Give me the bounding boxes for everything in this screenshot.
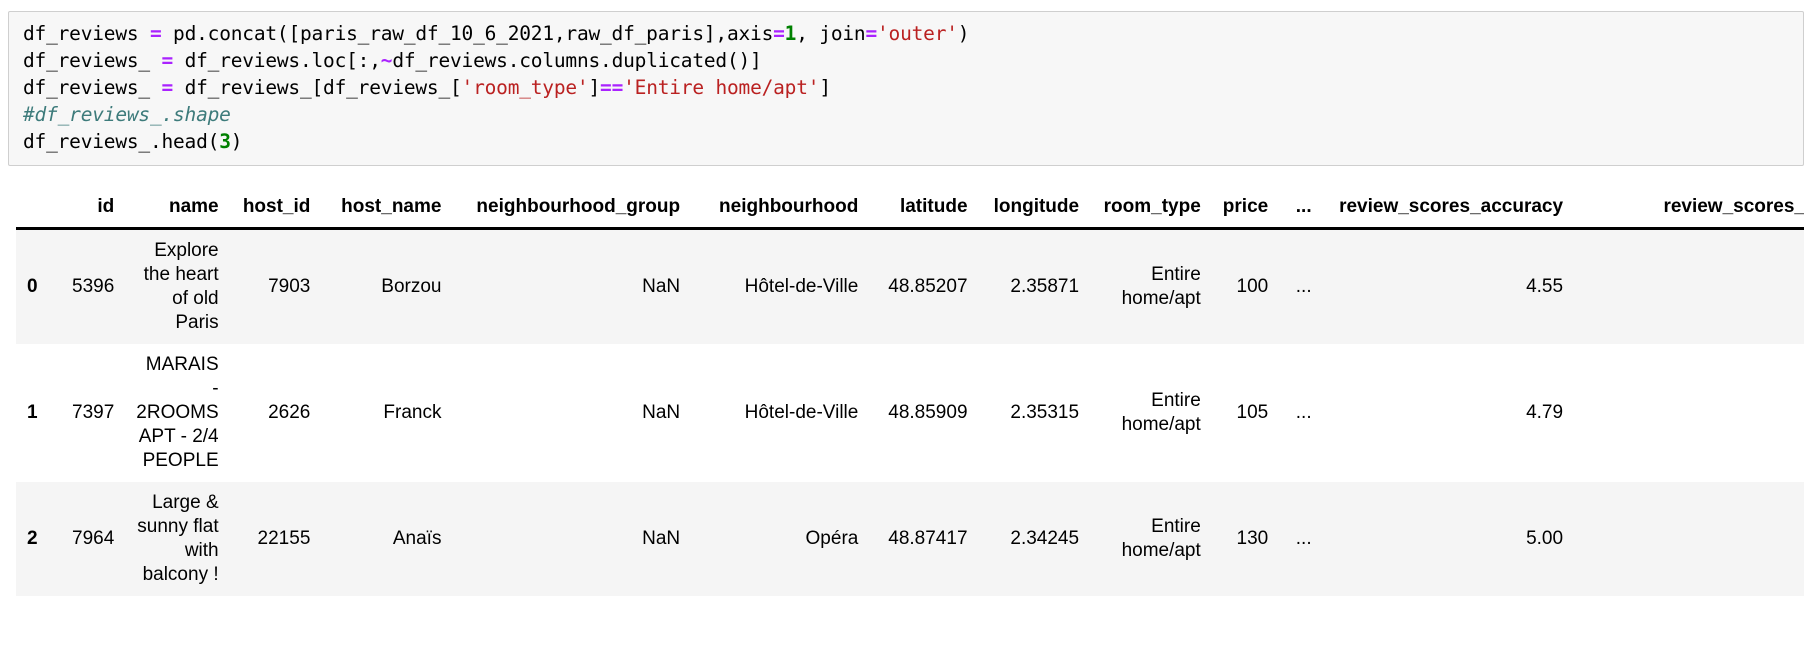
code-token-plain: df_reviews xyxy=(23,22,150,45)
code-line-2: df_reviews_ = df_reviews_[df_reviews_['r… xyxy=(23,74,1803,101)
code-token-num: 1 xyxy=(784,22,797,45)
cell-id: 5396 xyxy=(72,276,115,297)
code-token-plain: df_reviews_ xyxy=(23,49,162,72)
cell-host-id: 22155 xyxy=(257,528,311,549)
code-token-plain: ) xyxy=(957,22,970,45)
column-header-longitude[interactable]: longitude xyxy=(978,196,1091,230)
column-header-room-type[interactable]: room_type xyxy=(1090,196,1212,230)
cell-ellipsis: ... xyxy=(1295,402,1312,423)
cell-price: 130 xyxy=(1236,528,1269,549)
code-token-plain: ] xyxy=(819,76,831,99)
dataframe-table: id name host_id host_name neighbourhood_… xyxy=(16,196,1804,596)
cell-latitude: 48.85909 xyxy=(888,402,968,423)
cell-host-name: Franck xyxy=(383,402,442,423)
column-header-review-scores-truncated[interactable]: review_scores_ xyxy=(1574,196,1804,230)
column-header-host-id[interactable]: host_id xyxy=(229,196,322,230)
cell-review-scores-truncated xyxy=(1574,229,1804,345)
code-token-op: ~ xyxy=(380,49,393,72)
code-cell[interactable]: df_reviews = pd.concat([paris_raw_df_10_… xyxy=(8,11,1804,166)
code-token-plain: , join xyxy=(796,22,866,45)
header-row: id name host_id host_name neighbourhood_… xyxy=(16,196,1804,230)
cell-name: MARAIS - 2ROOMS APT - 2/4 PEOPLE xyxy=(136,354,219,471)
column-header-neighbourhood[interactable]: neighbourhood xyxy=(691,196,870,230)
code-token-op: = xyxy=(161,49,174,72)
column-header-review-scores-accuracy[interactable]: review_scores_accuracy xyxy=(1322,196,1575,230)
code-token-plain: df_reviews.columns.duplicated()] xyxy=(392,49,762,72)
cell-latitude: 48.87417 xyxy=(888,528,968,549)
column-header-ellipsis: ... xyxy=(1279,196,1323,230)
column-header-id[interactable]: id xyxy=(48,196,126,230)
cell-longitude: 2.35315 xyxy=(1010,402,1080,423)
cell-room-type: Entire home/apt xyxy=(1121,264,1201,309)
code-token-op: = xyxy=(161,76,174,99)
table-row: 1 7397 MARAIS - 2ROOMS APT - 2/4 PEOPLE 262… xyxy=(16,344,1804,482)
cell-id: 7964 xyxy=(72,528,115,549)
cell-neighbourhood-group: NaN xyxy=(642,276,681,297)
cell-ellipsis: ... xyxy=(1295,528,1312,549)
table-row: 0 5396 Explore the heart of old Paris 7903 B… xyxy=(16,228,1804,345)
column-header-neighbourhood-group[interactable]: neighbourhood_group xyxy=(452,196,692,230)
row-index-label: 0 xyxy=(27,276,38,297)
code-token-plain: df_reviews_[df_reviews_[ xyxy=(173,76,462,99)
row-index-label: 1 xyxy=(27,402,38,423)
code-line-3: #df_reviews_.shape xyxy=(23,101,1803,128)
code-token-str: 'Entire home/apt' xyxy=(623,76,820,99)
table-head: id name host_id host_name neighbourhood_… xyxy=(16,196,1804,230)
cell-host-name: Borzou xyxy=(381,276,442,297)
cell-name: Explore the heart of old Paris xyxy=(143,240,219,333)
cell-review-scores-truncated xyxy=(1574,344,1804,482)
code-token-str: 'room_type' xyxy=(461,76,589,99)
code-token-str: 'outer' xyxy=(877,22,958,45)
cell-neighbourhood-group: NaN xyxy=(642,528,681,549)
code-token-plain: df_reviews_ xyxy=(23,76,162,99)
cell-review-scores-accuracy: 5.00 xyxy=(1526,528,1564,549)
cell-ellipsis: ... xyxy=(1295,276,1312,297)
code-line-1: df_reviews_ = df_reviews.loc[:,~df_revie… xyxy=(23,47,1803,74)
cell-host-id: 7903 xyxy=(268,276,311,297)
code-line-0: df_reviews = pd.concat([paris_raw_df_10_… xyxy=(23,20,1803,47)
code-token-plain: ) xyxy=(230,130,243,153)
cell-room-type: Entire home/apt xyxy=(1121,390,1201,435)
code-token-plain: df_reviews_.head( xyxy=(23,130,220,153)
column-header-name[interactable]: name xyxy=(125,196,230,230)
cell-latitude: 48.85207 xyxy=(888,276,968,297)
cell-longitude: 2.35871 xyxy=(1010,276,1080,297)
cell-review-scores-truncated xyxy=(1574,482,1804,596)
cell-longitude: 2.34245 xyxy=(1010,528,1080,549)
code-token-plain: df_reviews.loc[:, xyxy=(173,49,381,72)
cell-neighbourhood-group: NaN xyxy=(642,402,681,423)
cell-review-scores-accuracy: 4.79 xyxy=(1526,402,1564,423)
code-line-4: df_reviews_.head(3) xyxy=(23,128,1803,155)
cell-price: 105 xyxy=(1236,402,1269,423)
cell-neighbourhood: Opéra xyxy=(805,528,859,549)
code-token-op: = xyxy=(773,22,785,45)
cell-host-id: 2626 xyxy=(268,402,311,423)
cell-host-name: Anaïs xyxy=(392,528,442,549)
code-token-cmt: #df_reviews_.shape xyxy=(23,103,231,126)
code-token-num: 3 xyxy=(219,130,231,153)
cell-neighbourhood: Hôtel-de-Ville xyxy=(744,276,859,297)
code-token-op: = xyxy=(865,22,878,45)
cell-price: 100 xyxy=(1236,276,1269,297)
cell-room-type: Entire home/apt xyxy=(1121,516,1201,561)
code-token-op: = xyxy=(149,22,162,45)
cell-id: 7397 xyxy=(72,402,115,423)
code-token-plain: ] xyxy=(588,76,601,99)
code-source[interactable]: df_reviews = pd.concat([paris_raw_df_10_… xyxy=(23,20,1803,155)
dataframe-output: id name host_id host_name neighbourhood_… xyxy=(16,196,1804,596)
table-body: 0 5396 Explore the heart of old Paris 7903 B… xyxy=(16,228,1804,596)
code-token-plain: pd.concat([paris_raw_df_10_6_2021,raw_df… xyxy=(161,22,774,45)
code-token-op: == xyxy=(600,76,624,99)
column-header-latitude[interactable]: latitude xyxy=(869,196,979,230)
cell-review-scores-accuracy: 4.55 xyxy=(1526,276,1564,297)
table-row: 2 7964 Large & sunny flat with balcony ! 22… xyxy=(16,482,1804,596)
column-header-index[interactable] xyxy=(16,196,49,230)
cell-neighbourhood: Hôtel-de-Ville xyxy=(744,402,859,423)
row-index-label: 2 xyxy=(27,528,38,549)
cell-name: Large & sunny flat with balcony ! xyxy=(137,492,219,585)
column-header-price[interactable]: price xyxy=(1211,196,1280,230)
column-header-host-name[interactable]: host_name xyxy=(321,196,453,230)
